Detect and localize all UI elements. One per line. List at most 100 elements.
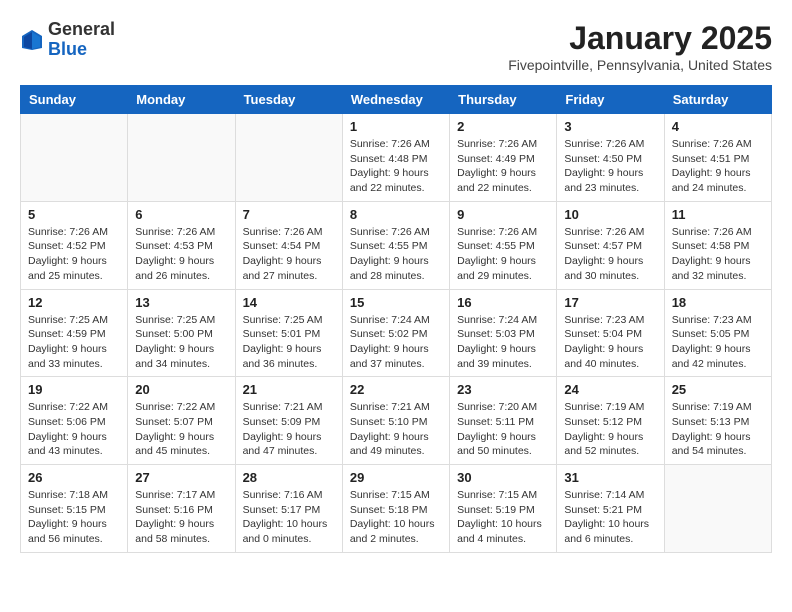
calendar-cell — [21, 114, 128, 202]
calendar-cell: 30Sunrise: 7:15 AM Sunset: 5:19 PM Dayli… — [450, 465, 557, 553]
calendar-cell: 31Sunrise: 7:14 AM Sunset: 5:21 PM Dayli… — [557, 465, 664, 553]
calendar-cell: 25Sunrise: 7:19 AM Sunset: 5:13 PM Dayli… — [664, 377, 771, 465]
day-number: 25 — [672, 382, 764, 397]
calendar-cell: 23Sunrise: 7:20 AM Sunset: 5:11 PM Dayli… — [450, 377, 557, 465]
day-info: Sunrise: 7:15 AM Sunset: 5:19 PM Dayligh… — [457, 488, 549, 547]
calendar-cell: 22 Sunrise: 7:21 AM Sunset: 5:10 PM Dayli… — [342, 377, 449, 465]
calendar-cell: 17 Sunrise: 7:23 AM Sunset: 5:04 PM Dayli… — [557, 289, 664, 377]
calendar-week-1: 1 Sunrise: 7:26 AM Sunset: 4:48 PM Daylig… — [21, 114, 772, 202]
day-number: 27 — [135, 470, 227, 485]
calendar-header-sunday: Sunday — [21, 86, 128, 114]
calendar-header-friday: Friday — [557, 86, 664, 114]
day-info: Sunrise: 7:20 AM Sunset: 5:11 PM Dayligh… — [457, 400, 549, 459]
day-info: Sunrise: 7:26 AM Sunset: 4:53 PM Dayligh… — [135, 225, 227, 284]
day-number: 22 — [350, 382, 442, 397]
day-number: 26 — [28, 470, 120, 485]
calendar-cell: 9Sunrise: 7:26 AM Sunset: 4:55 PM Daylig… — [450, 201, 557, 289]
header: General Blue January 2025 Fivepointville… — [20, 20, 772, 73]
calendar-cell — [128, 114, 235, 202]
day-info: Sunrise: 7:22 AM Sunset: 5:07 PM Dayligh… — [135, 400, 227, 459]
day-number: 2 — [457, 119, 549, 134]
day-number: 7 — [243, 207, 335, 222]
day-info: Sunrise: 7:22 AM Sunset: 5:06 PM Dayligh… — [28, 400, 120, 459]
day-number: 8 — [350, 207, 442, 222]
day-number: 16 — [457, 295, 549, 310]
day-info: Sunrise: 7:26 AM Sunset: 4:55 PM Dayligh… — [350, 225, 442, 284]
day-info: Sunrise: 7:26 AM Sunset: 4:52 PM Dayligh… — [28, 225, 120, 284]
calendar-cell: 1 Sunrise: 7:26 AM Sunset: 4:48 PM Daylig… — [342, 114, 449, 202]
day-number: 28 — [243, 470, 335, 485]
day-info: Sunrise: 7:25 AM Sunset: 4:59 PM Dayligh… — [28, 313, 120, 372]
calendar-cell: 19 Sunrise: 7:22 AM Sunset: 5:06 PM Dayli… — [21, 377, 128, 465]
day-info: Sunrise: 7:26 AM Sunset: 4:58 PM Dayligh… — [672, 225, 764, 284]
logo-blue-text: Blue — [48, 40, 115, 60]
calendar-cell: 21 Sunrise: 7:21 AM Sunset: 5:09 PM Dayli… — [235, 377, 342, 465]
day-info: Sunrise: 7:26 AM Sunset: 4:51 PM Dayligh… — [672, 137, 764, 196]
calendar-cell: 28 Sunrise: 7:16 AM Sunset: 5:17 PM Dayli… — [235, 465, 342, 553]
calendar-cell: 3 Sunrise: 7:26 AM Sunset: 4:50 PM Daylig… — [557, 114, 664, 202]
day-number: 10 — [564, 207, 656, 222]
calendar-cell: 27 Sunrise: 7:17 AM Sunset: 5:16 PM Dayli… — [128, 465, 235, 553]
month-title: January 2025 — [508, 20, 772, 57]
calendar-cell: 16 Sunrise: 7:24 AM Sunset: 5:03 PM Dayli… — [450, 289, 557, 377]
day-info: Sunrise: 7:25 AM Sunset: 5:00 PM Dayligh… — [135, 313, 227, 372]
day-info: Sunrise: 7:15 AM Sunset: 5:18 PM Dayligh… — [350, 488, 442, 547]
logo-general-text: General — [48, 20, 115, 40]
calendar-cell: 29Sunrise: 7:15 AM Sunset: 5:18 PM Dayli… — [342, 465, 449, 553]
day-number: 18 — [672, 295, 764, 310]
day-number: 31 — [564, 470, 656, 485]
calendar-header-tuesday: Tuesday — [235, 86, 342, 114]
calendar-week-5: 26 Sunrise: 7:18 AM Sunset: 5:15 PM Dayli… — [21, 465, 772, 553]
calendar-header-row: SundayMondayTuesdayWednesdayThursdayFrid… — [21, 86, 772, 114]
logo-text: General Blue — [48, 20, 115, 60]
day-info: Sunrise: 7:21 AM Sunset: 5:09 PM Dayligh… — [243, 400, 335, 459]
day-info: Sunrise: 7:21 AM Sunset: 5:10 PM Dayligh… — [350, 400, 442, 459]
calendar-cell: 2Sunrise: 7:26 AM Sunset: 4:49 PM Daylig… — [450, 114, 557, 202]
day-info: Sunrise: 7:26 AM Sunset: 4:50 PM Dayligh… — [564, 137, 656, 196]
calendar-cell: 10 Sunrise: 7:26 AM Sunset: 4:57 PM Dayli… — [557, 201, 664, 289]
day-info: Sunrise: 7:16 AM Sunset: 5:17 PM Dayligh… — [243, 488, 335, 547]
calendar-cell: 24 Sunrise: 7:19 AM Sunset: 5:12 PM Dayli… — [557, 377, 664, 465]
day-info: Sunrise: 7:26 AM Sunset: 4:48 PM Dayligh… — [350, 137, 442, 196]
day-number: 1 — [350, 119, 442, 134]
calendar-cell: 12 Sunrise: 7:25 AM Sunset: 4:59 PM Dayli… — [21, 289, 128, 377]
day-info: Sunrise: 7:25 AM Sunset: 5:01 PM Dayligh… — [243, 313, 335, 372]
day-info: Sunrise: 7:26 AM Sunset: 4:57 PM Dayligh… — [564, 225, 656, 284]
calendar-cell: 18 Sunrise: 7:23 AM Sunset: 5:05 PM Dayli… — [664, 289, 771, 377]
calendar-table: SundayMondayTuesdayWednesdayThursdayFrid… — [20, 85, 772, 553]
day-number: 21 — [243, 382, 335, 397]
calendar-cell: 14 Sunrise: 7:25 AM Sunset: 5:01 PM Dayli… — [235, 289, 342, 377]
day-info: Sunrise: 7:23 AM Sunset: 5:05 PM Dayligh… — [672, 313, 764, 372]
day-number: 6 — [135, 207, 227, 222]
day-number: 15 — [350, 295, 442, 310]
day-info: Sunrise: 7:17 AM Sunset: 5:16 PM Dayligh… — [135, 488, 227, 547]
day-number: 19 — [28, 382, 120, 397]
day-number: 24 — [564, 382, 656, 397]
day-number: 5 — [28, 207, 120, 222]
day-info: Sunrise: 7:19 AM Sunset: 5:12 PM Dayligh… — [564, 400, 656, 459]
day-info: Sunrise: 7:23 AM Sunset: 5:04 PM Dayligh… — [564, 313, 656, 372]
calendar-cell: 15 Sunrise: 7:24 AM Sunset: 5:02 PM Dayli… — [342, 289, 449, 377]
calendar-cell: 7 Sunrise: 7:26 AM Sunset: 4:54 PM Daylig… — [235, 201, 342, 289]
day-number: 13 — [135, 295, 227, 310]
day-number: 3 — [564, 119, 656, 134]
day-number: 11 — [672, 207, 764, 222]
calendar-week-2: 5 Sunrise: 7:26 AM Sunset: 4:52 PM Daylig… — [21, 201, 772, 289]
day-number: 14 — [243, 295, 335, 310]
logo-icon — [20, 28, 44, 52]
calendar-header-wednesday: Wednesday — [342, 86, 449, 114]
day-info: Sunrise: 7:18 AM Sunset: 5:15 PM Dayligh… — [28, 488, 120, 547]
day-number: 20 — [135, 382, 227, 397]
calendar-cell: 11 Sunrise: 7:26 AM Sunset: 4:58 PM Dayli… — [664, 201, 771, 289]
calendar-cell — [664, 465, 771, 553]
day-number: 17 — [564, 295, 656, 310]
calendar-cell: 13 Sunrise: 7:25 AM Sunset: 5:00 PM Dayli… — [128, 289, 235, 377]
day-info: Sunrise: 7:24 AM Sunset: 5:03 PM Dayligh… — [457, 313, 549, 372]
calendar-cell: 8 Sunrise: 7:26 AM Sunset: 4:55 PM Daylig… — [342, 201, 449, 289]
day-info: Sunrise: 7:24 AM Sunset: 5:02 PM Dayligh… — [350, 313, 442, 372]
day-info: Sunrise: 7:26 AM Sunset: 4:55 PM Dayligh… — [457, 225, 549, 284]
page: General Blue January 2025 Fivepointville… — [0, 0, 792, 563]
day-info: Sunrise: 7:26 AM Sunset: 4:54 PM Dayligh… — [243, 225, 335, 284]
day-number: 12 — [28, 295, 120, 310]
location: Fivepointville, Pennsylvania, United Sta… — [508, 57, 772, 73]
